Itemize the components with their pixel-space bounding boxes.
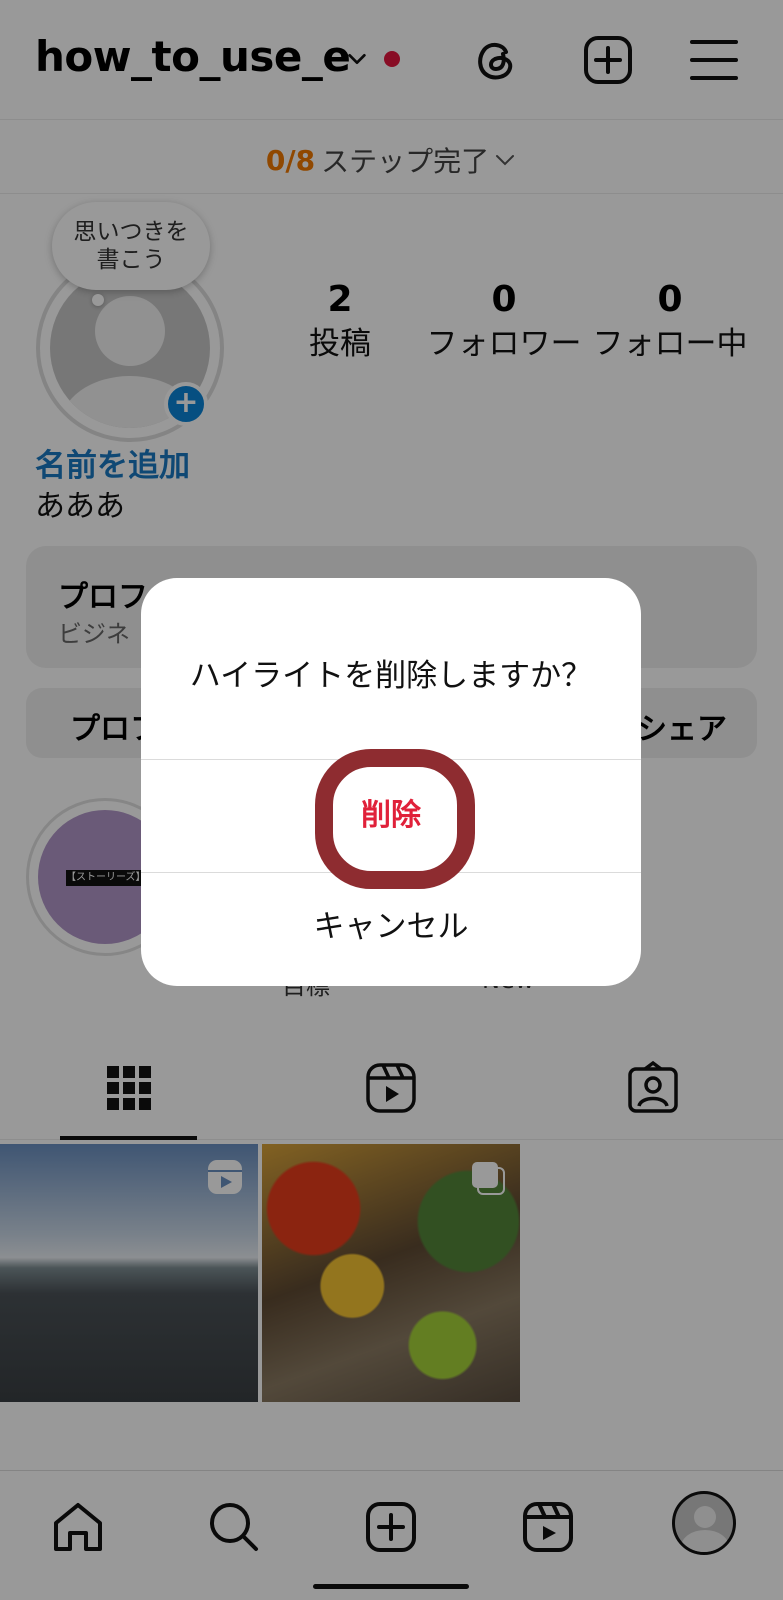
dialog-title: ハイライトを削除しますか？: [189, 658, 593, 694]
highlight-annotation-ring: [315, 749, 475, 889]
cancel-button[interactable]: キャンセル: [141, 872, 641, 986]
profile-screen: how_to_use_e 0/8 ステップ完了 + 思いつきを 書こう 2 投稿…: [0, 0, 783, 1600]
